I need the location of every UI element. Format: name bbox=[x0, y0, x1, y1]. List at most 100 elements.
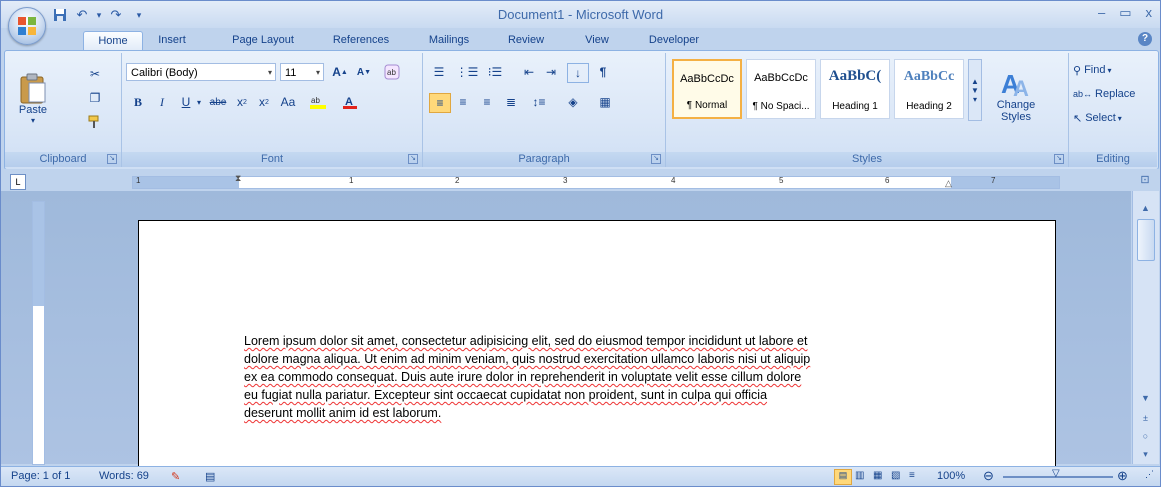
font-name-value: Calibri (Body) bbox=[131, 67, 198, 79]
select-browse-object-icon[interactable]: ○ bbox=[1137, 429, 1154, 443]
style-no-spacing[interactable]: AaBbCcDc ¶ No Spaci... bbox=[746, 59, 816, 119]
tab-review[interactable]: Review bbox=[501, 31, 551, 50]
view-ruler-icon[interactable]: ⊡ bbox=[1138, 173, 1152, 187]
tab-view[interactable]: View bbox=[577, 31, 617, 50]
top-margin-area bbox=[33, 202, 44, 306]
grow-font-icon[interactable]: A ▲ bbox=[330, 63, 350, 81]
macro-record-icon[interactable]: ▤ bbox=[205, 470, 215, 483]
subscript-icon[interactable]: x2 bbox=[232, 93, 252, 111]
next-page-icon[interactable]: ▾ bbox=[1137, 447, 1154, 461]
zoom-level[interactable]: 100% bbox=[937, 470, 965, 482]
tab-page-layout[interactable]: Page Layout bbox=[223, 31, 303, 50]
previous-page-icon[interactable]: ± bbox=[1137, 411, 1154, 425]
justify-icon[interactable]: ≣ bbox=[501, 93, 521, 111]
print-layout-icon[interactable]: ▤ bbox=[834, 469, 852, 485]
select-button[interactable]: ↖ Select ▾ bbox=[1073, 109, 1122, 127]
minimize-button[interactable]: – bbox=[1098, 5, 1105, 21]
zoom-in-icon[interactable]: ⊕ bbox=[1117, 468, 1128, 484]
style-normal[interactable]: AaBbCcDc ¶ Normal bbox=[672, 59, 742, 119]
clipboard-launcher-icon[interactable]: ↘ bbox=[107, 154, 117, 164]
window-title: Document1 - Microsoft Word bbox=[497, 7, 664, 22]
underline-dropdown-icon[interactable]: ▾ bbox=[194, 93, 204, 111]
paragraph-launcher-icon[interactable]: ↘ bbox=[651, 154, 661, 164]
line-spacing-icon[interactable]: ↕≡ bbox=[529, 93, 549, 111]
more-icon[interactable]: ▾ bbox=[973, 95, 977, 104]
change-case-icon[interactable]: Aa bbox=[278, 93, 298, 111]
indent-marker-icon[interactable]: ⧗ bbox=[235, 173, 241, 184]
shading-icon[interactable]: ◈ bbox=[563, 93, 583, 111]
page-count[interactable]: Page: 1 of 1 bbox=[11, 470, 70, 482]
style-heading-1[interactable]: AaBbC( Heading 1 bbox=[820, 59, 890, 119]
multilevel-list-icon[interactable]: ⁝☰ bbox=[485, 63, 505, 81]
outline-icon[interactable]: ▧ bbox=[891, 470, 900, 481]
tab-selector[interactable]: L bbox=[10, 174, 26, 190]
sort-icon[interactable]: ↓ bbox=[567, 63, 589, 83]
style-heading-2[interactable]: AaBbCc Heading 2 bbox=[894, 59, 964, 119]
styles-launcher-icon[interactable]: ↘ bbox=[1054, 154, 1064, 164]
text-line: Lorem ipsum dolor sit amet, consectetur … bbox=[244, 334, 808, 348]
zoom-out-icon[interactable]: ⊖ bbox=[983, 468, 994, 484]
show-marks-icon[interactable]: ¶ bbox=[593, 63, 613, 81]
paste-dropdown-icon[interactable]: ▾ bbox=[31, 116, 35, 125]
borders-icon[interactable]: ▦ bbox=[595, 93, 615, 111]
shrink-font-icon[interactable]: A ▼ bbox=[354, 63, 374, 81]
align-left-icon[interactable]: ≡ bbox=[429, 93, 451, 113]
tab-insert[interactable]: Insert bbox=[149, 31, 195, 50]
close-button[interactable]: x bbox=[1146, 5, 1153, 21]
help-icon[interactable]: ? bbox=[1138, 32, 1152, 46]
align-center-icon[interactable]: ≡ bbox=[453, 93, 473, 111]
horizontal-ruler[interactable]: 1 1 2 3 4 5 6 7 ⧗ △ bbox=[132, 173, 1060, 189]
replace-button[interactable]: ab↔ Replace bbox=[1073, 85, 1135, 103]
font-name-select[interactable]: Calibri (Body) ▾ bbox=[126, 63, 276, 81]
change-styles-label: Change Styles bbox=[996, 99, 1036, 123]
increase-indent-icon[interactable]: ⇥ bbox=[541, 63, 561, 81]
vertical-ruler[interactable] bbox=[32, 201, 45, 465]
strikethrough-icon[interactable]: abe bbox=[208, 93, 228, 111]
italic-icon[interactable]: I bbox=[152, 93, 172, 111]
right-margin-area bbox=[951, 177, 1059, 188]
highlight-icon[interactable]: ab bbox=[308, 93, 328, 111]
tab-developer[interactable]: Developer bbox=[641, 31, 707, 50]
find-button[interactable]: ⚲ Find ▾ bbox=[1073, 61, 1111, 79]
right-indent-marker-icon[interactable]: △ bbox=[945, 178, 952, 189]
tab-references[interactable]: References bbox=[323, 31, 399, 50]
web-layout-icon[interactable]: ▦ bbox=[873, 470, 882, 481]
scroll-up-icon[interactable]: ▲ bbox=[971, 77, 979, 86]
superscript-icon[interactable]: x2 bbox=[254, 93, 274, 111]
underline-icon[interactable]: U bbox=[176, 93, 196, 111]
full-screen-reading-icon[interactable]: ▥ bbox=[855, 470, 864, 481]
decrease-indent-icon[interactable]: ⇤ bbox=[519, 63, 539, 81]
scroll-down-icon[interactable]: ▼ bbox=[1137, 391, 1154, 405]
cut-icon[interactable]: ✂ bbox=[85, 65, 105, 83]
change-styles-button[interactable]: A A Change Styles bbox=[986, 57, 1046, 131]
copy-icon[interactable]: ❐ bbox=[85, 89, 105, 107]
bullets-icon[interactable]: ☰ bbox=[429, 63, 449, 81]
numbering-icon[interactable]: ⋮☰ bbox=[456, 63, 479, 81]
tab-home[interactable]: Home bbox=[83, 31, 143, 51]
scroll-up-icon[interactable]: ▲ bbox=[1137, 201, 1154, 215]
format-painter-icon[interactable] bbox=[85, 113, 105, 131]
font-launcher-icon[interactable]: ↘ bbox=[408, 154, 418, 164]
scroll-thumb[interactable] bbox=[1137, 219, 1155, 261]
word-count[interactable]: Words: 69 bbox=[99, 470, 149, 482]
vertical-scrollbar[interactable]: ▲ ▼ ± ○ ▾ bbox=[1132, 191, 1159, 464]
ruler-number: 3 bbox=[563, 176, 568, 185]
resize-grip-icon[interactable]: ⋰ bbox=[1145, 469, 1154, 480]
font-color-icon[interactable]: A bbox=[340, 93, 360, 111]
maximize-button[interactable]: ▭ bbox=[1119, 5, 1131, 21]
styles-scroll[interactable]: ▲ ▼ ▾ bbox=[968, 59, 982, 121]
office-button[interactable] bbox=[8, 7, 46, 45]
zoom-slider-thumb[interactable]: ▽ bbox=[1052, 468, 1060, 479]
text-line: deserunt mollit anim id est laborum. bbox=[244, 406, 442, 420]
scroll-down-icon[interactable]: ▼ bbox=[971, 86, 979, 95]
document-page[interactable]: Lorem ipsum dolor sit amet, consectetur … bbox=[138, 220, 1056, 482]
font-size-select[interactable]: 11 ▾ bbox=[280, 63, 324, 81]
align-right-icon[interactable]: ≡ bbox=[477, 93, 497, 111]
paste-button[interactable]: Paste ▾ bbox=[11, 63, 55, 133]
tab-mailings[interactable]: Mailings bbox=[421, 31, 477, 50]
document-text[interactable]: Lorem ipsum dolor sit amet, consectetur … bbox=[244, 332, 944, 422]
draft-icon[interactable]: ≡ bbox=[909, 470, 915, 481]
clear-formatting-icon[interactable]: ab bbox=[382, 63, 402, 81]
bold-icon[interactable]: B bbox=[128, 93, 148, 111]
proofing-icon[interactable]: ✎ bbox=[171, 470, 180, 483]
